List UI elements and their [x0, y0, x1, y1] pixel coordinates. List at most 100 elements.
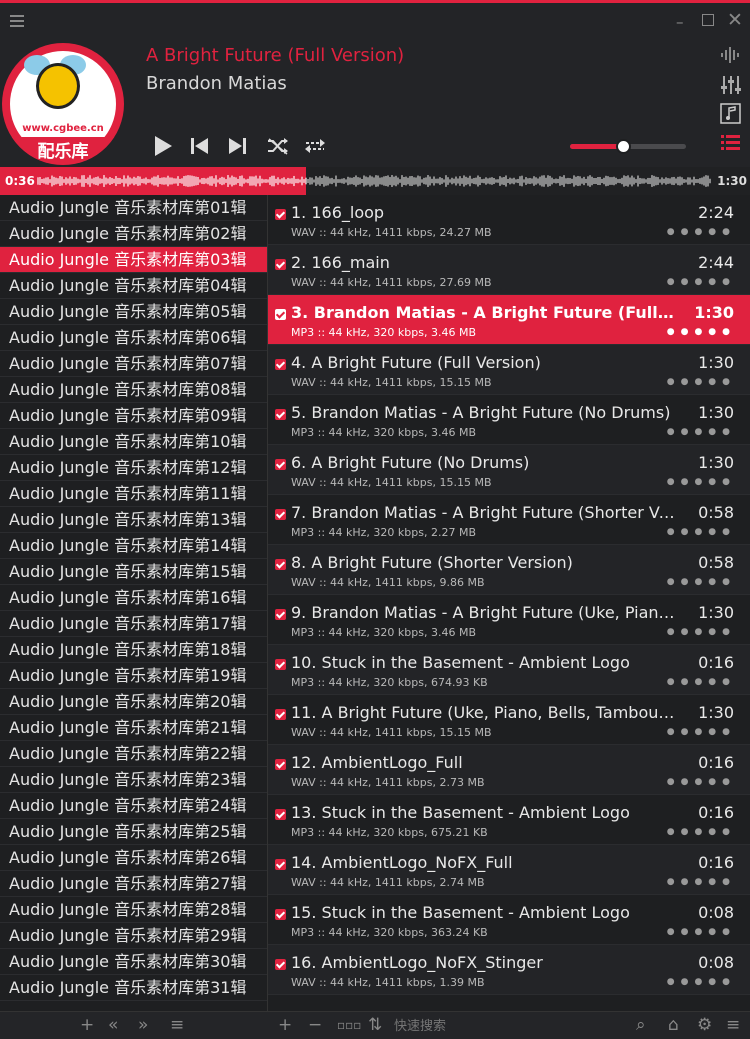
waveform-button[interactable] [720, 45, 742, 67]
playlist-item[interactable]: Audio Jungle 音乐素材库第12辑 [0, 455, 267, 481]
playlist-item[interactable]: Audio Jungle 音乐素材库第28辑 [0, 897, 267, 923]
playlist-button[interactable] [720, 133, 742, 155]
track-row[interactable]: 16. AmbientLogo_NoFX_Stinger WAV :: 44 kH… [268, 945, 750, 995]
track-checkbox[interactable] [275, 759, 286, 770]
track-row[interactable]: 8. A Bright Future (Shorter Version) WAV … [268, 545, 750, 595]
rating-dots[interactable]: ●●●●● [667, 377, 736, 387]
playlist-item[interactable]: Audio Jungle 音乐素材库第05辑 [0, 299, 267, 325]
more-button[interactable]: ▫▫▫ [337, 1018, 361, 1032]
menu-icon[interactable] [10, 15, 24, 27]
playlist-item[interactable]: Audio Jungle 音乐素材库第29辑 [0, 923, 267, 949]
playlist-item[interactable]: Audio Jungle 音乐素材库第22辑 [0, 741, 267, 767]
rating-dots[interactable]: ●●●●● [667, 277, 736, 287]
volume-slider[interactable] [570, 139, 686, 154]
track-checkbox[interactable] [275, 609, 286, 620]
add-playlist-button[interactable]: + [80, 1015, 94, 1035]
playlist-item[interactable]: Audio Jungle 音乐素材库第17辑 [0, 611, 267, 637]
rating-dots[interactable]: ●●●●● [667, 527, 736, 537]
remove-track-button[interactable]: − [308, 1015, 322, 1035]
music-note-button[interactable] [720, 103, 742, 125]
track-row[interactable]: 12. AmbientLogo_Full WAV :: 44 kHz, 1411 … [268, 745, 750, 795]
playlist-item[interactable]: Audio Jungle 音乐素材库第11辑 [0, 481, 267, 507]
rating-dots[interactable]: ●●●●● [667, 827, 736, 837]
playlist-item[interactable]: Audio Jungle 音乐素材库第04辑 [0, 273, 267, 299]
track-checkbox[interactable] [275, 359, 286, 370]
waveform-seekbar[interactable]: 0:36 1:30 [0, 167, 750, 195]
play-button[interactable] [150, 133, 176, 159]
track-row[interactable]: 1. 166_loop WAV :: 44 kHz, 1411 kbps, 24.… [268, 195, 750, 245]
playlist-item[interactable]: Audio Jungle 音乐素材库第08辑 [0, 377, 267, 403]
rating-dots[interactable]: ●●●●● [667, 477, 736, 487]
track-checkbox[interactable] [275, 309, 286, 320]
track-row[interactable]: 13. Stuck in the Basement - Ambient Logo… [268, 795, 750, 845]
track-checkbox[interactable] [275, 209, 286, 220]
playlist-item[interactable]: Audio Jungle 音乐素材库第25辑 [0, 819, 267, 845]
track-checkbox[interactable] [275, 259, 286, 270]
playlist-item[interactable]: Audio Jungle 音乐素材库第14辑 [0, 533, 267, 559]
minimize-button[interactable]: – [676, 13, 684, 31]
rating-dots[interactable]: ●●●●● [667, 727, 736, 737]
main-menu-button[interactable]: ≡ [726, 1015, 740, 1035]
close-button[interactable]: ✕ [727, 9, 743, 31]
track-checkbox[interactable] [275, 509, 286, 520]
track-row[interactable]: 2. 166_main WAV :: 44 kHz, 1411 kbps, 27.… [268, 245, 750, 295]
playlist-item[interactable]: Audio Jungle 音乐素材库第06辑 [0, 325, 267, 351]
track-checkbox[interactable] [275, 409, 286, 420]
track-checkbox[interactable] [275, 959, 286, 970]
expand-right-button[interactable]: » [138, 1015, 148, 1035]
track-checkbox[interactable] [275, 559, 286, 570]
search-button[interactable]: ⌕ [636, 1015, 646, 1035]
playlist-item[interactable]: Audio Jungle 音乐素材库第23辑 [0, 767, 267, 793]
rating-dots[interactable]: ●●●●● [667, 627, 736, 637]
track-row[interactable]: 7. Brandon Matias - A Bright Future (Sho… [268, 495, 750, 545]
track-row[interactable]: 14. AmbientLogo_NoFX_Full WAV :: 44 kHz, … [268, 845, 750, 895]
playlist-item[interactable]: Audio Jungle 音乐素材库第09辑 [0, 403, 267, 429]
rating-dots[interactable]: ●●●●● [667, 927, 736, 937]
playlist-item[interactable]: Audio Jungle 音乐素材库第31辑 [0, 975, 267, 1001]
playlist-item[interactable]: Audio Jungle 音乐素材库第10辑 [0, 429, 267, 455]
track-row[interactable]: 9. Brandon Matias - A Bright Future (Uke… [268, 595, 750, 645]
rating-dots[interactable]: ●●●●● [667, 877, 736, 887]
track-checkbox[interactable] [275, 659, 286, 670]
playlist-menu-button[interactable]: ≡ [170, 1015, 184, 1035]
quick-search-input[interactable] [392, 1015, 616, 1037]
rating-dots[interactable]: ●●●●● [667, 227, 736, 237]
rating-dots[interactable]: ●●●●● [667, 777, 736, 787]
playlist-item[interactable]: Audio Jungle 音乐素材库第20辑 [0, 689, 267, 715]
playlist-item[interactable]: Audio Jungle 音乐素材库第19辑 [0, 663, 267, 689]
playlist-item[interactable]: Audio Jungle 音乐素材库第18辑 [0, 637, 267, 663]
maximize-button[interactable] [702, 12, 714, 30]
track-row[interactable]: 11. A Bright Future (Uke, Piano, Bells, … [268, 695, 750, 745]
playlist-item[interactable]: Audio Jungle 音乐素材库第02辑 [0, 221, 267, 247]
collapse-left-button[interactable]: « [108, 1015, 118, 1035]
track-row[interactable]: 4. A Bright Future (Full Version) WAV :: … [268, 345, 750, 395]
track-row[interactable]: 5. Brandon Matias - A Bright Future (No … [268, 395, 750, 445]
playlist-item[interactable]: Audio Jungle 音乐素材库第07辑 [0, 351, 267, 377]
track-checkbox[interactable] [275, 709, 286, 720]
add-track-button[interactable]: + [278, 1015, 292, 1035]
track-checkbox[interactable] [275, 809, 286, 820]
track-row[interactable]: 3. Brandon Matias - A Bright Future (Ful… [268, 295, 750, 345]
rating-dots[interactable]: ●●●●● [667, 677, 736, 687]
playlist-item[interactable]: Audio Jungle 音乐素材库第21辑 [0, 715, 267, 741]
track-checkbox[interactable] [275, 859, 286, 870]
next-button[interactable] [225, 133, 249, 159]
playlist-item[interactable]: Audio Jungle 音乐素材库第27辑 [0, 871, 267, 897]
previous-button[interactable] [188, 133, 212, 159]
track-row[interactable]: 15. Stuck in the Basement - Ambient Logo… [268, 895, 750, 945]
playlist-item[interactable]: Audio Jungle 音乐素材库第24辑 [0, 793, 267, 819]
playlist-item[interactable]: Audio Jungle 音乐素材库第26辑 [0, 845, 267, 871]
playlist-item[interactable]: Audio Jungle 音乐素材库第03辑 [0, 247, 267, 273]
sort-button[interactable]: ⇅ [368, 1015, 382, 1035]
track-checkbox[interactable] [275, 909, 286, 920]
rating-dots[interactable]: ●●●●● [667, 427, 736, 437]
rating-dots[interactable]: ●●●●● [667, 327, 736, 337]
playlist-item[interactable]: Audio Jungle 音乐素材库第15辑 [0, 559, 267, 585]
track-checkbox[interactable] [275, 459, 286, 470]
rating-dots[interactable]: ●●●●● [667, 977, 736, 987]
rating-dots[interactable]: ●●●●● [667, 577, 736, 587]
equalizer-button[interactable] [720, 75, 742, 97]
playlist-item[interactable]: Audio Jungle 音乐素材库第16辑 [0, 585, 267, 611]
playlist-item[interactable]: Audio Jungle 音乐素材库第13辑 [0, 507, 267, 533]
bookmark-button[interactable]: ⌂ [668, 1015, 679, 1035]
